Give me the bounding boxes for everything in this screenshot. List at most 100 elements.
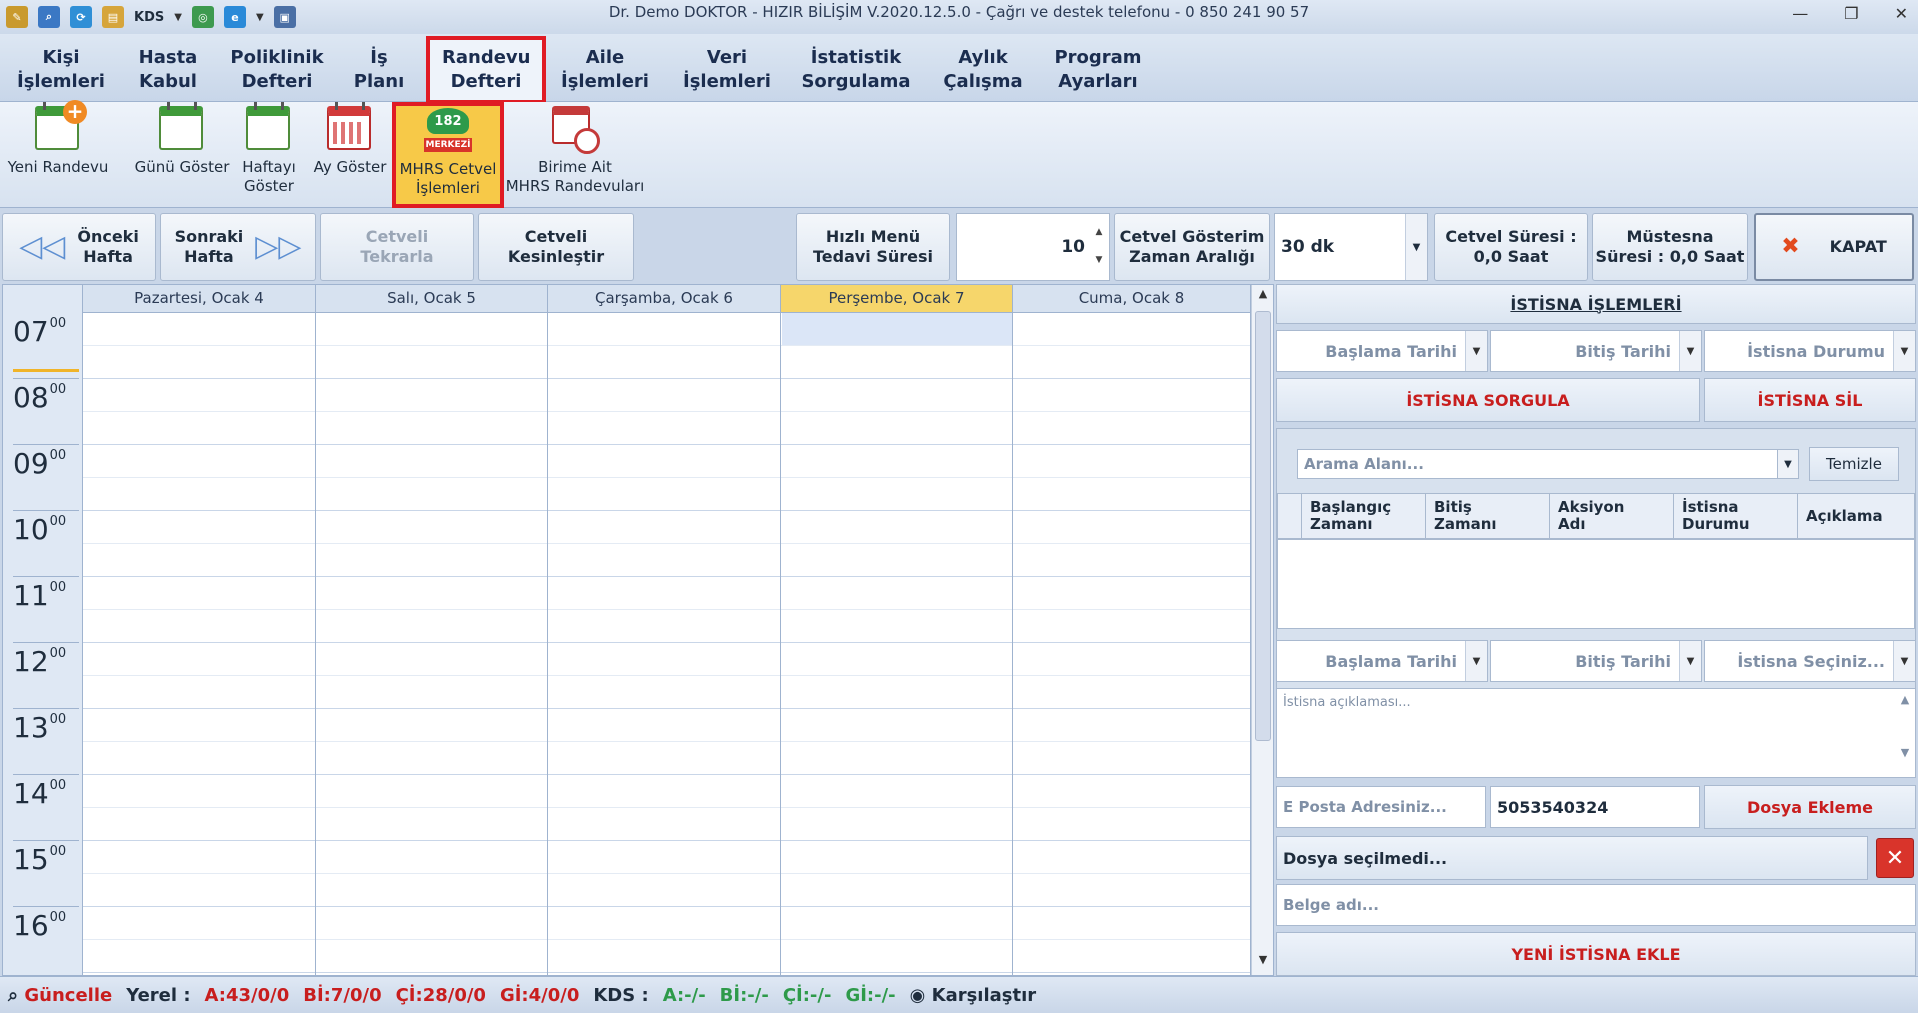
sync-icon[interactable]: ◎ — [191, 6, 214, 28]
eposta-input[interactable]: E Posta Adresiniz... — [1276, 786, 1486, 828]
istisna-aciklamasi-textarea[interactable]: İstisna açıklaması... ▲ ▼ — [1276, 688, 1916, 778]
kds-quick-button[interactable]: KDS — [134, 10, 164, 25]
chevron-down-icon[interactable]: ▼ — [1465, 641, 1487, 681]
minimize-icon[interactable]: — — [1792, 4, 1808, 23]
tab-kisi-islemleri[interactable]: Kişi İşlemleri — [16, 46, 106, 94]
mhrs-cetvel-islemleri-button[interactable]: 182 MERKEZİ MHRS Cetvel İşlemleri — [392, 102, 504, 208]
scroll-down-icon[interactable]: ▼ — [1897, 746, 1913, 759]
bitis-tarihi-select-2[interactable]: Bitiş Tarihi ▼ — [1490, 640, 1702, 682]
day-column-monday[interactable] — [83, 313, 316, 975]
column-aksiyon-adi[interactable]: Aksiyon Adı — [1550, 494, 1674, 540]
column-baslangic-zamani[interactable]: Başlangıç Zamanı — [1302, 494, 1426, 540]
scroll-down-icon[interactable]: ▼ — [1252, 953, 1274, 973]
column-bitis-zamani[interactable]: Bitiş Zamanı — [1426, 494, 1550, 540]
selected-time-slot[interactable] — [782, 313, 1012, 345]
chevron-up-icon[interactable]: ▲ — [1091, 218, 1107, 246]
double-arrow-right-icon: ▷▷ — [255, 229, 302, 264]
istisna-durumu-select[interactable]: İstisna Durumu ▼ — [1704, 330, 1916, 372]
day-header-friday[interactable]: Cuma, Ocak 8 — [1013, 285, 1251, 313]
tab-aile-islemleri[interactable]: Aile İşlemleri — [560, 46, 650, 94]
hour-divider — [13, 576, 79, 577]
istisna-sorgula-button[interactable]: İSTİSNA SORGULA — [1276, 378, 1700, 422]
tab-istatistik-sorgulama[interactable]: İstatistik Sorgulama — [796, 46, 916, 94]
scroll-up-icon[interactable]: ▲ — [1252, 287, 1274, 307]
tab-randevu-defteri[interactable]: Randevu Defteri — [426, 36, 546, 104]
guncelle-button[interactable]: ⌕ Güncelle — [8, 985, 112, 1006]
chevron-down-icon[interactable]: ▼ — [1405, 214, 1427, 280]
file-status: Dosya seçilmedi... — [1283, 848, 1448, 868]
restore-icon[interactable]: ❐ — [1844, 4, 1858, 23]
chevron-down-icon[interactable]: ▼ — [1893, 331, 1915, 371]
close-icon[interactable]: ✕ — [1895, 4, 1908, 23]
chevron-down-icon[interactable]: ▼ — [256, 12, 264, 23]
day-column-tuesday[interactable] — [316, 313, 548, 975]
dosya-ekleme-button[interactable]: Dosya Ekleme — [1704, 785, 1916, 829]
cetveli-kesinlestir-button[interactable]: Cetveli Kesinleştir — [478, 213, 634, 281]
belge-adi-input[interactable]: Belge adı... — [1276, 884, 1916, 926]
chevron-down-icon[interactable]: ▼ — [174, 12, 182, 23]
tab-is-plani[interactable]: İş Planı — [344, 46, 414, 94]
sonraki-hafta-button[interactable]: Sonraki Hafta ▷▷ — [160, 213, 316, 281]
day-header-thursday[interactable]: Perşembe, Ocak 7 — [781, 285, 1013, 313]
day-header-monday[interactable]: Pazartesi, Ocak 4 — [83, 285, 316, 313]
gunu-goster-button[interactable]: Günü Göster — [134, 102, 230, 177]
column-istisna-durumu[interactable]: İstisna Durumu — [1674, 494, 1798, 540]
refresh-icon[interactable]: ⟳ — [70, 6, 92, 28]
calendar-scrollbar[interactable]: ▲ ▼ — [1251, 285, 1273, 975]
baslama-tarihi-select[interactable]: Başlama Tarihi ▼ — [1276, 330, 1488, 372]
chevron-down-icon[interactable]: ▼ — [1777, 449, 1799, 479]
day-header-tuesday[interactable]: Salı, Ocak 5 — [316, 285, 548, 313]
tab-label-line2: Çalışma — [943, 71, 1023, 92]
birime-ait-mhrs-randevulari-button[interactable]: Birime Ait MHRS Randevuları — [504, 106, 646, 196]
telefon-input[interactable]: 5053540324 — [1490, 786, 1700, 828]
app-icon[interactable]: ✎ — [6, 6, 28, 28]
istisna-seciniz-select[interactable]: İstisna Seçiniz... ▼ — [1704, 640, 1916, 682]
textarea-scrollbar[interactable]: ▲ ▼ — [1897, 693, 1913, 759]
tab-program-ayarlari[interactable]: Program Ayarları — [1050, 46, 1146, 94]
karsilastir-button[interactable]: ◉ Karşılaştır — [910, 985, 1037, 1006]
tab-hasta-kabul[interactable]: Hasta Kabul — [126, 46, 210, 94]
chevron-down-icon[interactable]: ▼ — [1679, 641, 1701, 681]
scroll-up-icon[interactable]: ▲ — [1897, 693, 1913, 706]
scrollbar-thumb[interactable] — [1255, 311, 1271, 741]
search-icon[interactable]: ⌕ — [38, 6, 60, 28]
tab-aylik-calisma[interactable]: Aylık Çalışma — [938, 46, 1028, 94]
onceki-hafta-button[interactable]: ◁◁ Önceki Hafta — [2, 213, 156, 281]
ay-goster-button[interactable]: Ay Göster — [310, 102, 390, 177]
arama-alani-input[interactable]: Arama Alanı... — [1297, 449, 1797, 479]
bitis-tarihi-select[interactable]: Bitiş Tarihi ▼ — [1490, 330, 1702, 372]
zaman-araligi-select[interactable]: 30 dk ▼ — [1274, 213, 1428, 281]
column-aciklama[interactable]: Açıklama — [1798, 494, 1916, 540]
tedavi-suresi-stepper[interactable]: 10 ▲ ▼ — [956, 213, 1110, 281]
dosya-secilmedi-field[interactable]: Dosya seçilmedi... — [1276, 836, 1868, 880]
double-arrow-left-icon: ◁◁ — [19, 229, 66, 264]
remove-file-button[interactable]: ✕ — [1876, 838, 1914, 878]
istisna-sil-button[interactable]: İSTİSNA SİL — [1704, 378, 1916, 422]
haftayi-goster-button[interactable]: Haftayı Göster — [238, 102, 300, 196]
chevron-down-icon[interactable]: ▼ — [1679, 331, 1701, 371]
chevron-down-icon[interactable]: ▼ — [1091, 246, 1107, 274]
yeni-istisna-ekle-button[interactable]: YENİ İSTİSNA EKLE — [1276, 932, 1916, 976]
day-column-thursday[interactable] — [781, 313, 1013, 975]
baslama-tarihi-select-2[interactable]: Başlama Tarihi ▼ — [1276, 640, 1488, 682]
yerel-ci-count: Çİ:28/0/0 — [395, 984, 486, 1006]
stepper-spin[interactable]: ▲ ▼ — [1091, 218, 1107, 274]
clipboard-icon[interactable]: ▤ — [102, 6, 124, 28]
day-header-wednesday[interactable]: Çarşamba, Ocak 6 — [548, 285, 781, 313]
tab-veri-islemleri[interactable]: Veri İşlemleri — [680, 46, 774, 94]
chevron-down-icon[interactable]: ▼ — [1893, 641, 1915, 681]
button-label-line2: Hafta — [184, 247, 234, 266]
istisna-grid-body[interactable] — [1277, 539, 1915, 629]
close-icon: ✕ — [1885, 845, 1905, 871]
textarea-placeholder: İstisna açıklaması... — [1283, 695, 1411, 710]
yeni-randevu-button[interactable]: + Yeni Randevu — [4, 100, 112, 177]
day-column-friday[interactable] — [1013, 313, 1251, 975]
kapat-button[interactable]: ✖ KAPAT — [1754, 213, 1914, 281]
cetveli-tekrarla-button[interactable]: Cetveli Tekrarla — [320, 213, 474, 281]
day-column-wednesday[interactable] — [548, 313, 781, 975]
tab-poliklinik-defteri[interactable]: Poliklinik Defteri — [228, 46, 326, 94]
browser-icon[interactable]: e — [223, 6, 246, 28]
computer-icon[interactable]: ▣ — [273, 6, 296, 28]
temizle-button[interactable]: Temizle — [1809, 447, 1899, 481]
chevron-down-icon[interactable]: ▼ — [1465, 331, 1487, 371]
